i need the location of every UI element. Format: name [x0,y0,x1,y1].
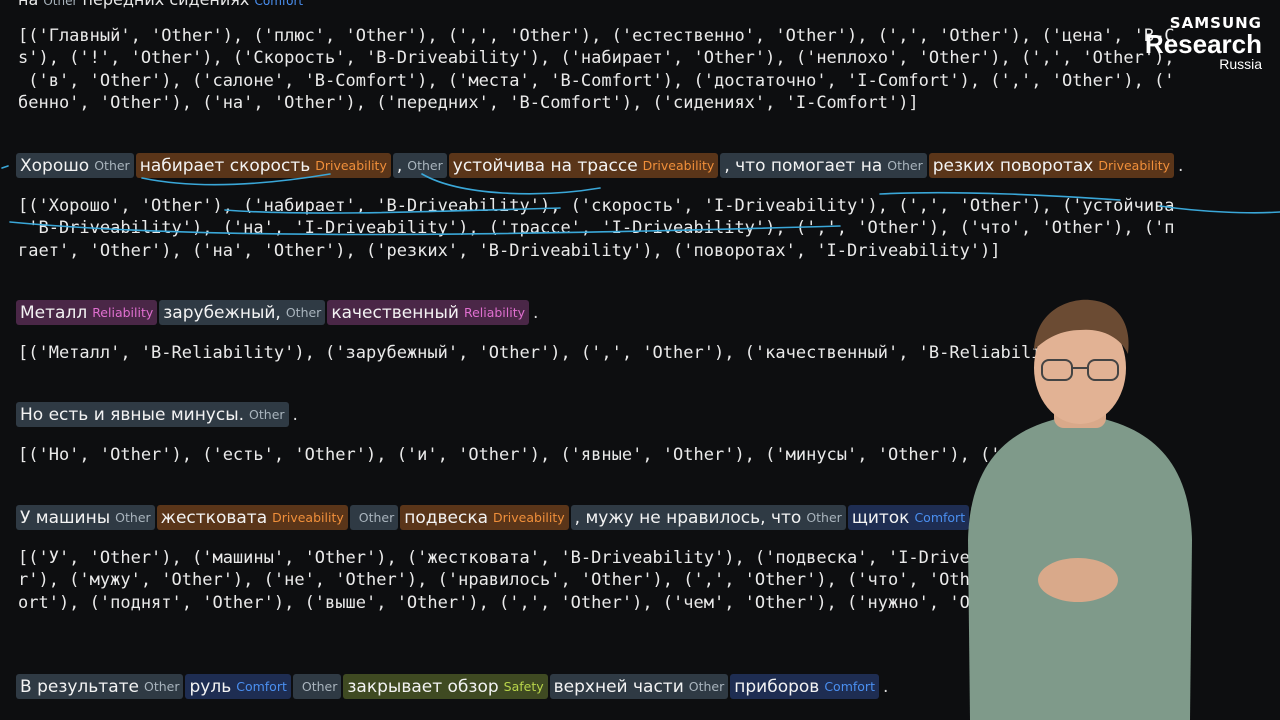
entity-label: Other [285,305,322,320]
entity-label: Driveability [315,158,387,173]
entity-chip: Other [292,674,342,699]
entity-text: закрывает обзор [347,676,499,697]
entity-label: Driveability [493,510,565,525]
token-list-1: [('Хорошо', 'Other'), ('набирает', 'B-Dr… [18,196,1175,261]
entity-label: Other [688,679,725,694]
ink-stroke [1159,205,1280,214]
entity-chip: качественный Reliability [327,300,530,325]
top-partial-word: на [18,0,38,9]
entity-label: Other [94,158,130,173]
entity-label: Other [143,679,180,694]
entity-chip: , Other [392,153,447,178]
entity-label: Other [358,510,395,525]
entity-chip: устойчива на трассе Driveability [448,153,719,178]
entity-text: жестковата [160,507,268,528]
entity-chip: закрывает обзор Safety [343,674,548,699]
entity-label: Comfort [236,679,287,694]
entity-chip: зарубежный, Other [159,300,326,325]
entity-chip: жестковата Driveability [156,505,348,530]
entity-text: Но есть и явные минусы. [20,404,245,425]
sentence-5: В результате Other руль Comfort Other закрыва… [16,674,888,699]
entity-chip: Металл Reliability [16,300,158,325]
sentence-2: Металл Reliability зарубежный, Other качеств… [16,300,538,325]
presenter-video-figure [968,299,1192,720]
entity-text: качественный [331,302,459,323]
entity-label: Other [249,407,285,422]
top-partial-tag2: Comfort [254,0,304,8]
logo-line-2: Research [1144,29,1262,59]
entity-label: Reliability [463,305,526,320]
entity-chip: набирает скорость Driveability [135,153,391,178]
entity-chip: руль Comfort [185,674,291,699]
entity-text: , мужу не нравилось, что [574,507,802,528]
top-partial-sentence: на Other передних сидениях Comfort [18,0,303,9]
entity-text: Хорошо [20,155,90,176]
sentence-4: У машины Other жестковата Driveability Other… [16,505,1094,530]
sentence-period: . [882,676,889,697]
sentence-period: . [1178,155,1184,176]
entity-chip: У машины Other [16,505,155,530]
entity-chip: подвеска Driveability [400,505,569,530]
entity-label: Other [806,510,842,525]
sentence-period: . [292,404,298,425]
entity-text: Металл [20,302,88,323]
entity-chip: верхней части Other [549,674,729,699]
entity-text: щиток [851,507,910,528]
entity-chip: приборов Comfort [730,674,879,699]
top-partial-word2: передних сидениях [83,0,250,9]
entity-label: Driveability [642,158,715,173]
entity-text: , что помогает на [724,155,883,176]
entity-text: устойчива на трассе [452,155,638,176]
entity-chip: Хорошо Other [16,153,134,178]
samsung-research-logo: SAMSUNG Research Russia [1145,14,1262,72]
entity-text: , [396,155,403,176]
entity-text: зарубежный, [163,302,281,323]
entity-text: верхней части [553,676,684,697]
entity-chip: , что помогает на Other [720,153,927,178]
top-partial-tag: Other [43,0,78,8]
entity-label: Driveability [1098,158,1170,173]
entity-label: Other [115,510,151,525]
entity-chip: , мужу не нравилось, что Other [570,505,846,530]
entity-text: подвеска [404,507,489,528]
entity-chip: резких поворотах Driveability [928,153,1174,178]
entity-text: набирает скорость [139,155,311,176]
entity-label: Other [301,679,338,694]
token-list-0: [('Главный', 'Other'), ('плюс', 'Other')… [18,26,1175,113]
ink-stroke [1,165,9,169]
entity-text: У машины [20,507,111,528]
entity-label: Safety [503,679,544,694]
entity-text: резких поворотах [932,155,1094,176]
entity-label: Reliability [92,305,154,320]
entity-text: приборов [734,676,820,697]
sentence-period: . [533,302,539,323]
sentence-1: Хорошо Other набирает скорость Driveability… [16,153,1183,178]
entity-label: Other [407,158,443,173]
entity-text: руль [189,676,232,697]
entity-chip: Но есть и явные минусы. Other [16,402,289,427]
entity-text: В результате [20,676,139,697]
sentence-3: Но есть и явные минусы. Other. [16,402,298,427]
entity-label: Other [887,158,923,173]
entity-label: Driveability [272,510,344,525]
entity-chip: Other [349,505,399,530]
entity-label: Comfort [824,679,875,694]
entity-chip: В результате Other [16,674,184,699]
